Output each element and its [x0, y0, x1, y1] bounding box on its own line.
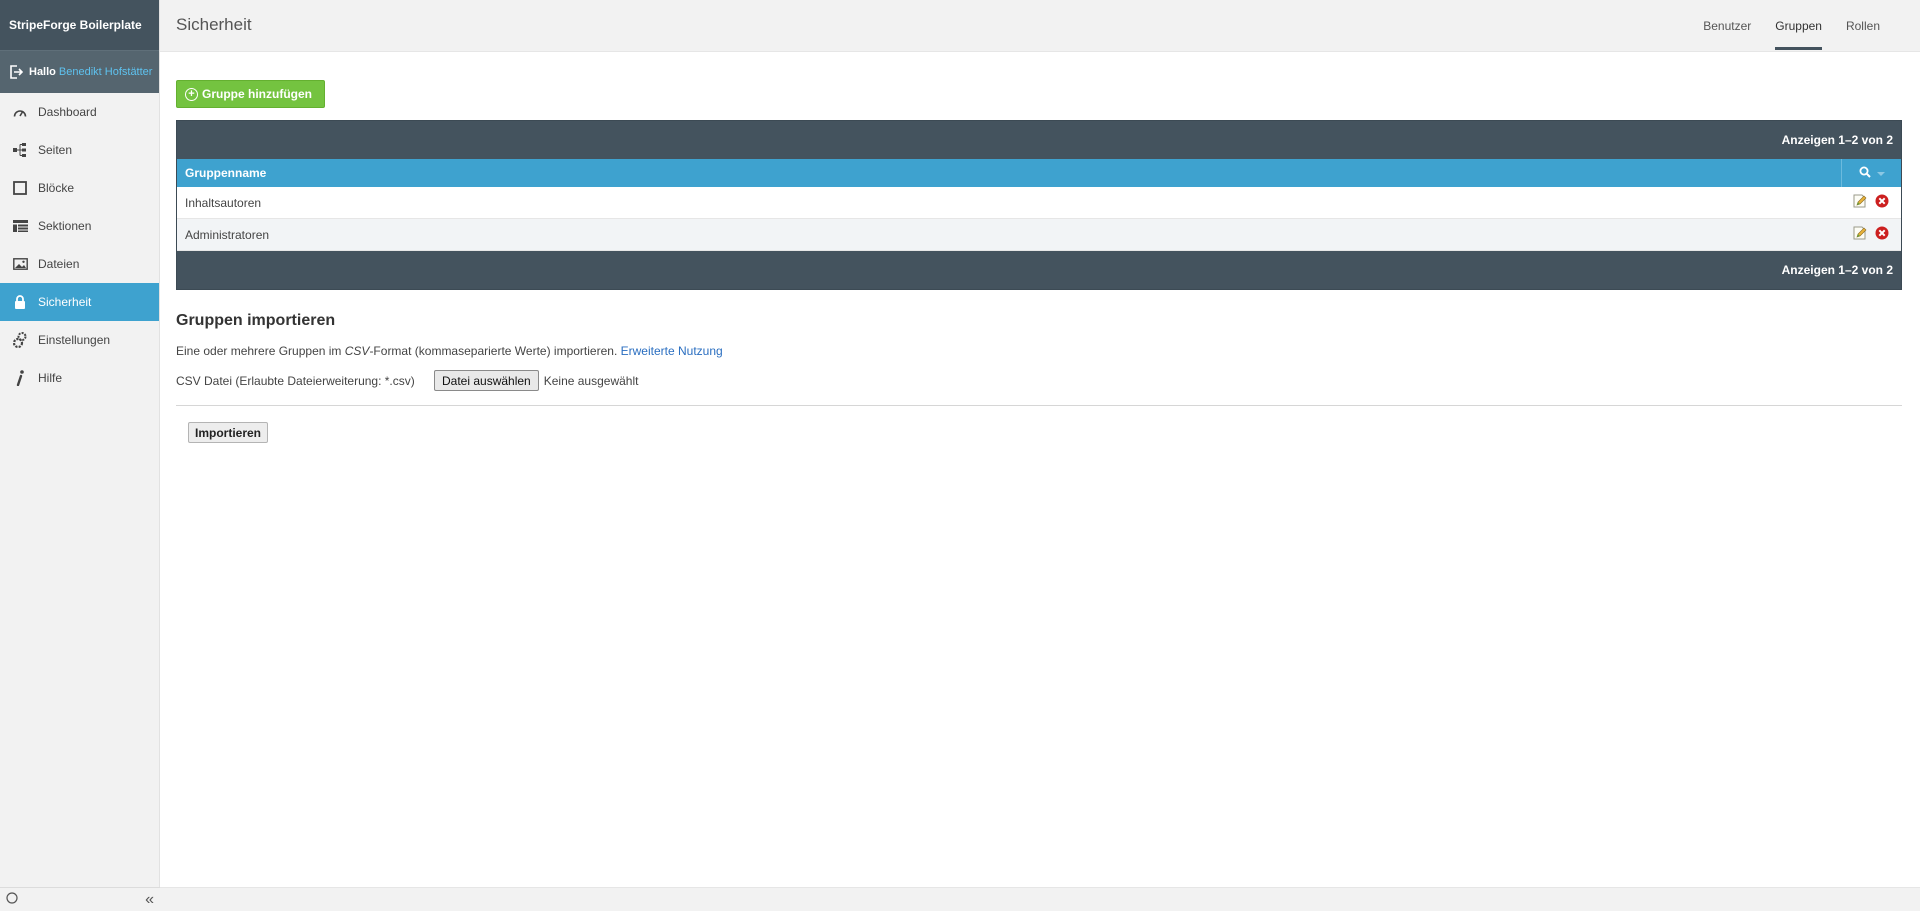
chevron-down-icon[interactable]	[1876, 166, 1885, 180]
edit-icon[interactable]	[1853, 226, 1867, 243]
sidebar-footer: «	[0, 887, 160, 911]
sidebar-item-hilfe[interactable]: Hilfe	[0, 359, 159, 397]
lock-icon	[12, 294, 28, 310]
sidebar: StripeForge Boilerplate Hallo Benedikt H…	[0, 0, 160, 911]
header: Sicherheit Benutzer Gruppen Rollen	[160, 0, 1920, 52]
pager-text: Anzeigen 1–2 von 2	[1781, 133, 1893, 147]
header-tabs: Benutzer Gruppen Rollen	[1691, 0, 1892, 52]
gears-icon	[12, 332, 28, 348]
tab-gruppen[interactable]: Gruppen	[1763, 0, 1834, 52]
delete-icon[interactable]	[1875, 194, 1889, 211]
choose-file-button[interactable]: Datei auswählen	[434, 370, 539, 391]
pager-top: Anzeigen 1–2 von 2	[177, 121, 1901, 159]
group-name-cell: Inhaltsautoren	[185, 195, 262, 210]
layout-icon	[12, 218, 28, 234]
pager-text: Anzeigen 1–2 von 2	[1781, 263, 1893, 277]
square-icon	[12, 180, 28, 196]
advanced-usage-link[interactable]: Erweiterte Nutzung	[621, 344, 723, 358]
sidebar-item-label: Sicherheit	[38, 295, 92, 309]
add-group-label: Gruppe hinzufügen	[202, 87, 312, 101]
sidebar-item-label: Dateien	[38, 257, 80, 271]
collapse-sidebar-button[interactable]: «	[145, 891, 154, 908]
greeting-text: Hallo	[29, 66, 56, 78]
sidebar-item-sektionen[interactable]: Sektionen	[0, 207, 159, 245]
user-bar: Hallo Benedikt Hofstätter	[0, 50, 159, 93]
plus-circle-icon: +	[185, 87, 198, 101]
status-circle-icon[interactable]	[6, 892, 18, 907]
groups-table: Anzeigen 1–2 von 2 Gruppenname Inhaltsau…	[176, 120, 1902, 290]
sidebar-item-dateien[interactable]: Dateien	[0, 245, 159, 283]
page-title: Sicherheit	[176, 15, 252, 34]
sidebar-item-label: Sektionen	[38, 219, 92, 233]
sidebar-item-label: Blöcke	[38, 181, 75, 195]
row-actions	[1841, 187, 1901, 218]
row-actions	[1841, 219, 1901, 250]
file-input-row: CSV Datei (Erlaubte Dateierweiterung: *.…	[176, 370, 1902, 391]
logout-icon[interactable]	[8, 64, 24, 80]
sidebar-item-sicherheit[interactable]: Sicherheit	[0, 283, 159, 321]
tab-benutzer[interactable]: Benutzer	[1691, 0, 1763, 52]
sidebar-nav: Dashboard Seiten Blöcke Sektionen Dateie…	[0, 93, 159, 397]
info-icon	[12, 370, 28, 386]
table-row: Administratoren	[177, 219, 1901, 251]
brand-title[interactable]: StripeForge Boilerplate	[0, 0, 159, 50]
divider	[176, 405, 1902, 406]
sidebar-item-bloecke[interactable]: Blöcke	[0, 169, 159, 207]
add-group-button[interactable]: + Gruppe hinzufügen	[176, 80, 325, 108]
delete-icon[interactable]	[1875, 226, 1889, 243]
sidebar-item-einstellungen[interactable]: Einstellungen	[0, 321, 159, 359]
bottom-strip	[160, 887, 1920, 911]
sidebar-item-label: Seiten	[38, 143, 73, 157]
user-name-link[interactable]: Benedikt Hofstätter	[59, 66, 153, 78]
file-input-label: CSV Datei (Erlaubte Dateierweiterung: *.…	[176, 373, 415, 388]
desc-text-before: Eine oder mehrere Gruppen im	[176, 344, 345, 358]
table-header: Gruppenname	[177, 159, 1901, 187]
search-icon[interactable]	[1859, 166, 1871, 181]
pager-bottom: Anzeigen 1–2 von 2	[177, 251, 1901, 289]
sitemap-icon	[12, 142, 28, 158]
group-name-cell: Administratoren	[185, 227, 270, 242]
sidebar-item-label: Hilfe	[38, 371, 63, 385]
header-actions	[1841, 159, 1901, 187]
import-button[interactable]: Importieren	[188, 422, 269, 443]
column-header-gruppenname[interactable]: Gruppenname	[177, 159, 1841, 187]
import-section-title: Gruppen importieren	[176, 312, 336, 329]
gauge-icon	[12, 104, 28, 120]
desc-format: CSV	[344, 344, 370, 358]
tab-rollen[interactable]: Rollen	[1834, 0, 1892, 52]
sidebar-item-label: Dashboard	[38, 105, 97, 119]
sidebar-item-label: Einstellungen	[38, 333, 111, 347]
table-row: Inhaltsautoren	[177, 187, 1901, 219]
file-status-text: Keine ausgewählt	[543, 373, 639, 388]
edit-icon[interactable]	[1853, 194, 1867, 211]
desc-text-after: -Format (kommaseparierte Werte) importie…	[369, 344, 621, 358]
sidebar-item-dashboard[interactable]: Dashboard	[0, 93, 159, 131]
image-icon	[12, 256, 28, 272]
sidebar-item-seiten[interactable]: Seiten	[0, 131, 159, 169]
main-content: + Gruppe hinzufügen Anzeigen 1–2 von 2 G…	[176, 80, 1902, 443]
import-description: Eine oder mehrere Gruppen im CSV-Format …	[176, 344, 1902, 358]
